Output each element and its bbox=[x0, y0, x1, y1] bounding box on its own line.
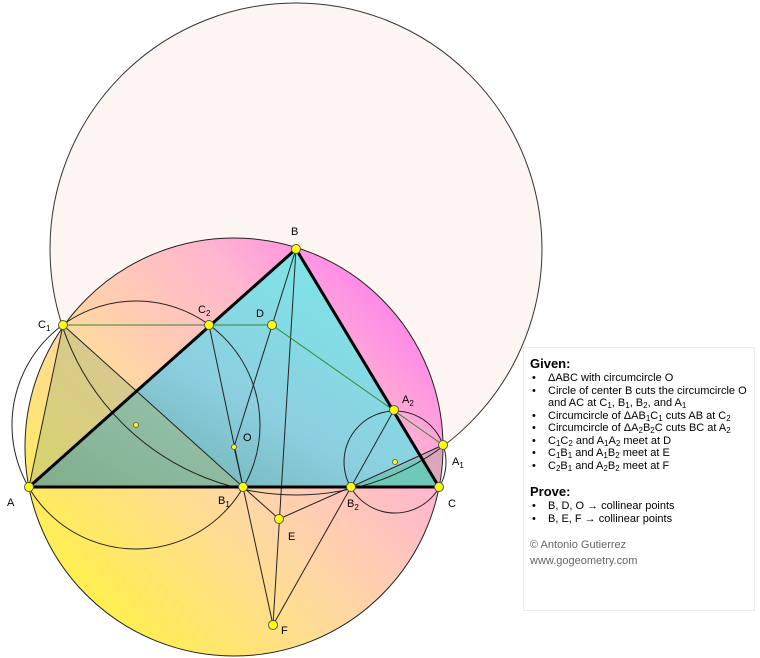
given-item: C2B1 and A2B2 meet at F bbox=[530, 460, 748, 473]
copyright-text: © Antonio Gutierrez bbox=[530, 539, 627, 551]
given-item: Circumcircle of ΔA2B2C cuts BC at A2 bbox=[530, 422, 748, 435]
given-item: Circumcircle of ΔAB1C1 cuts AB at C2 bbox=[530, 410, 748, 423]
label-d: D bbox=[256, 308, 264, 320]
point-b bbox=[291, 244, 301, 254]
given-item: C1B1 and A1B2 meet at E bbox=[530, 447, 748, 460]
given-item: ΔABC with circumcircle O bbox=[530, 372, 748, 385]
point-d bbox=[267, 320, 277, 330]
credits: © Antonio Gutierrez www.gogeometry.com bbox=[530, 537, 748, 569]
given-item: C1C2 and A1A2 meet at D bbox=[530, 435, 748, 448]
website-link[interactable]: www.gogeometry.com bbox=[530, 553, 748, 569]
prove-heading: Prove: bbox=[530, 484, 571, 499]
label-b: B bbox=[291, 226, 298, 238]
point-a bbox=[24, 482, 34, 492]
label-e: E bbox=[288, 531, 295, 543]
prove-list: B, D, O → collinear points B, E, F → col… bbox=[530, 500, 748, 525]
point-b1 bbox=[238, 482, 248, 492]
label-a: A bbox=[7, 497, 15, 509]
given-heading: Given: bbox=[530, 356, 571, 371]
label-c1: C1 bbox=[38, 319, 51, 333]
center-circle-ab1c1 bbox=[133, 422, 139, 428]
point-c2 bbox=[204, 320, 214, 330]
point-a2 bbox=[389, 405, 399, 415]
label-o: O bbox=[243, 432, 252, 444]
point-f bbox=[268, 620, 278, 630]
point-a1 bbox=[438, 440, 448, 450]
point-o bbox=[231, 444, 237, 450]
point-c1 bbox=[58, 320, 68, 330]
given-item: Circle of center B cuts the circumcircle… bbox=[530, 385, 748, 410]
point-c bbox=[434, 482, 444, 492]
label-f: F bbox=[281, 625, 288, 637]
point-e bbox=[274, 514, 284, 524]
label-c: C bbox=[448, 498, 456, 510]
label-a1: A1 bbox=[452, 456, 464, 470]
prove-item: B, D, O → collinear points bbox=[530, 500, 748, 513]
point-b2 bbox=[346, 482, 356, 492]
given-list: ΔABC with circumcircle OCircle of center… bbox=[530, 372, 748, 472]
prove-item: B, E, F → collinear points bbox=[530, 513, 748, 526]
problem-statement-panel: Given: ΔABC with circumcircle OCircle of… bbox=[523, 347, 755, 611]
center-circle-a2b2c bbox=[392, 459, 398, 465]
